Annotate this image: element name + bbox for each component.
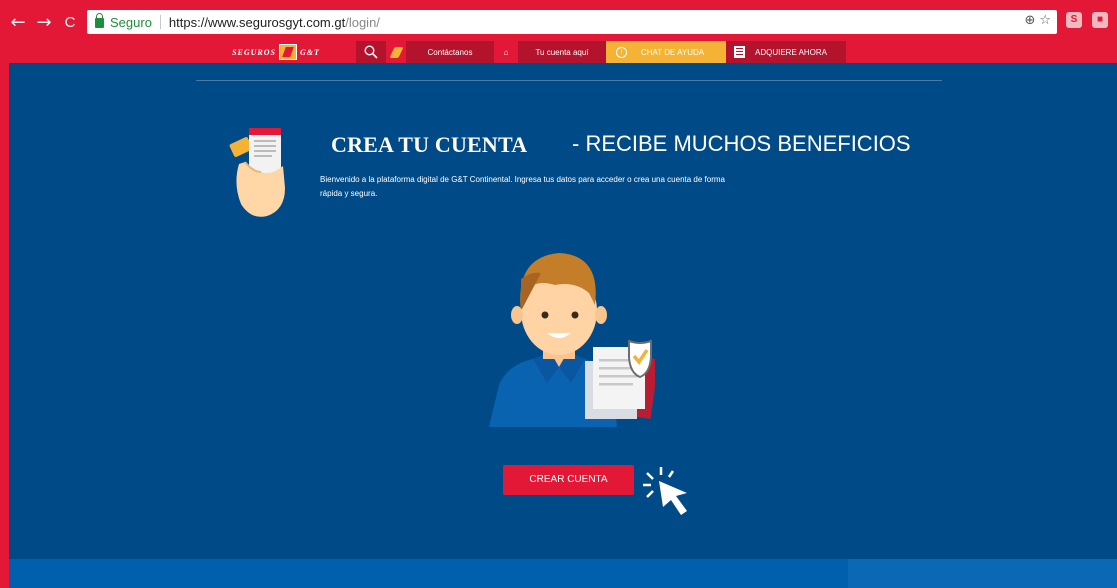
logo-text-gyt: G&T [300, 47, 320, 57]
person-illustration [489, 253, 655, 427]
site-navigation: SEGUROS G&T Contáctanos ⌂ Tu cuenta aquí… [196, 41, 870, 63]
nav-buy[interactable]: ADQUIERE AHORA [726, 41, 846, 63]
logo-mark [279, 44, 297, 60]
zoom-icon[interactable]: ⊕ [1024, 13, 1035, 28]
nav-account[interactable]: Tu cuenta aquí [518, 41, 606, 63]
create-account-button[interactable]: CREAR CUENTA [503, 465, 634, 495]
extension-icon[interactable]: ■ [1092, 12, 1108, 28]
cursor-icon [643, 467, 687, 515]
search-button[interactable] [356, 41, 386, 63]
calculator-icon [734, 46, 745, 58]
url-host: https://www.segurosgyt.com.gt [168, 14, 346, 30]
nav-buy-label: ADQUIERE AHORA [755, 47, 828, 57]
url-path: /login/ [345, 14, 380, 30]
address-separator [159, 15, 161, 29]
logo-text-seguros: SEGUROS [232, 47, 276, 57]
welcome-text: Bienvenido a la plataforma digital de G&… [320, 175, 725, 198]
skype-extension-icon[interactable]: S [1066, 12, 1082, 28]
lock-icon [95, 13, 104, 28]
back-icon[interactable]: ← [8, 13, 28, 33]
address-bar[interactable]: Seguro https://www.segurosgyt.com.gt /lo… [87, 10, 1057, 34]
reload-icon[interactable]: C [60, 13, 80, 33]
browser-toolbar: ← → C Seguro https://www.segurosgyt.com.… [0, 0, 1117, 41]
alert-icon: ! [616, 46, 627, 58]
site-logo[interactable]: SEGUROS G&T [196, 41, 356, 63]
nav-contact-label: Contáctanos [427, 47, 473, 57]
nav-contact[interactable]: Contáctanos [406, 41, 494, 63]
forward-icon[interactable]: → [34, 13, 54, 33]
star-icon[interactable]: ☆ [1039, 13, 1051, 28]
home-icon[interactable]: ⌂ [494, 41, 518, 63]
hand-phone-illustration [229, 128, 285, 217]
divider [196, 80, 942, 81]
nav-chat[interactable]: ! CHAT DE AYUDA [606, 41, 726, 63]
nav-chat-label: CHAT DE AYUDA [641, 47, 705, 57]
nav-account-label: Tu cuenta aquí [535, 47, 589, 57]
flame-icon-cell [386, 41, 406, 63]
search-icon [364, 45, 378, 59]
footer-band-right [848, 559, 1117, 588]
page-title: CREA TU CUENTA [331, 132, 528, 157]
main-panel: CREA TU CUENTA - RECIBE MUCHOS BENEFICIO… [9, 63, 1117, 559]
secure-label: Seguro [110, 14, 152, 30]
page-subtitle: - RECIBE MUCHOS BENEFICIOS [572, 131, 911, 156]
flame-icon [388, 46, 404, 58]
